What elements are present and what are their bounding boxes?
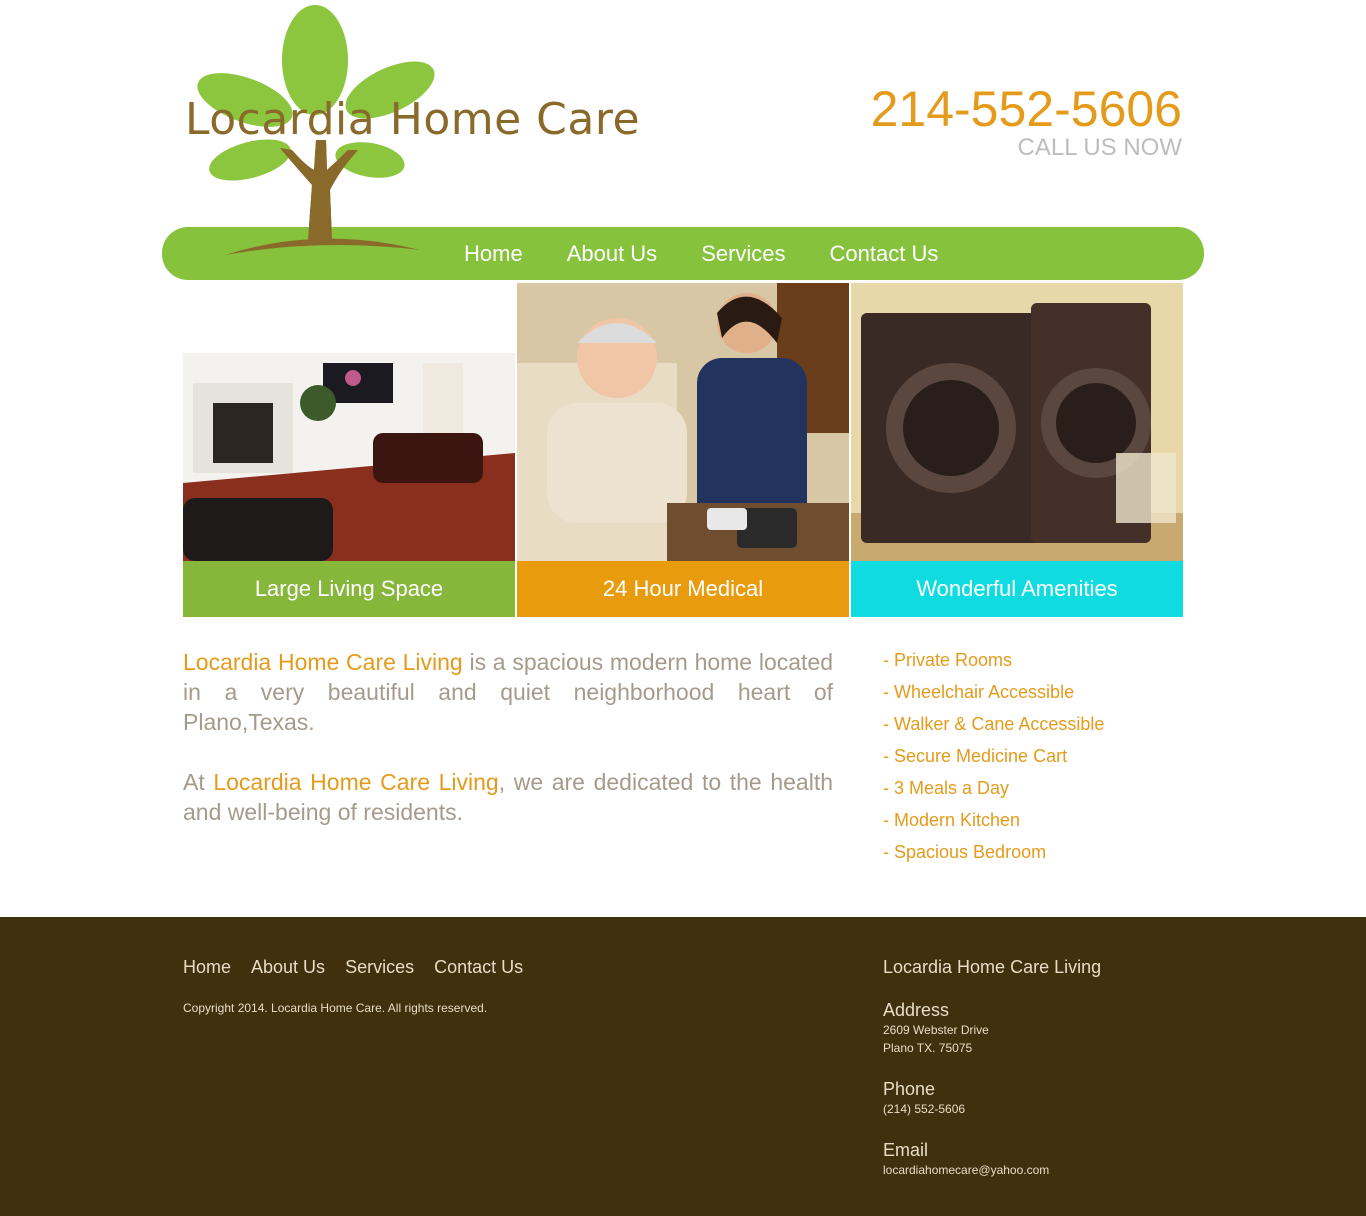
- footer-link-contact-us[interactable]: Contact Us: [434, 957, 523, 978]
- nav-services[interactable]: Services: [701, 241, 785, 267]
- address-line: Plano TX. 75075: [883, 1041, 973, 1055]
- amenity-item: - Private Rooms: [883, 650, 1013, 670]
- address-line: 2609 Webster Drive: [883, 1023, 989, 1037]
- nav-about-us[interactable]: About Us: [567, 241, 658, 267]
- amenity-item: - Spacious Bedroom: [883, 842, 1047, 862]
- footer-link-home[interactable]: Home: [183, 957, 231, 978]
- header-phone: 214-552-5606: [870, 81, 1182, 137]
- copyright-text: Copyright 2014. Locardia Home Care. All …: [183, 1001, 488, 1015]
- nav-home[interactable]: Home: [464, 241, 523, 267]
- laundry-photo: [851, 283, 1183, 561]
- living-room-photo: [183, 283, 515, 561]
- footer-link-services[interactable]: Services: [345, 957, 414, 978]
- email-link[interactable]: locardiahomecare@yahoo.com: [883, 1161, 1101, 1179]
- amenity-item: - Modern Kitchen: [883, 810, 1021, 830]
- phone-heading: Phone: [883, 1079, 936, 1099]
- brand-highlight: Locardia Home Care Living: [213, 769, 499, 795]
- amenity-item: - 3 Meals a Day: [883, 778, 1010, 798]
- intro-text: Locardia Home Care Living is a spacious …: [183, 647, 833, 857]
- intro-text-span: At: [183, 769, 214, 795]
- amenities-list: - Private Rooms - Wheelchair Accessible …: [883, 647, 1104, 871]
- page: Locardia Home Care 214-552-5606 CALL US …: [0, 0, 1366, 1216]
- brand-highlight: Locardia Home Care Living: [183, 649, 463, 675]
- call-now-label: CALL US NOW: [1017, 134, 1182, 161]
- panel-amenities[interactable]: Wonderful Amenities: [851, 283, 1183, 617]
- panel-caption: Large Living Space: [183, 561, 515, 617]
- footer: Home About Us Services Contact Us Copyri…: [0, 917, 1366, 1216]
- amenity-item: - Walker & Cane Accessible: [883, 714, 1105, 734]
- intro-paragraph: Locardia Home Care Living is a spacious …: [183, 647, 833, 737]
- amenity-item: - Secure Medicine Cart: [883, 746, 1068, 766]
- footer-link-about-us[interactable]: About Us: [251, 957, 325, 978]
- footer-company-name: Locardia Home Care Living: [883, 957, 1102, 977]
- email-heading: Email: [883, 1140, 929, 1160]
- nav-contact-us[interactable]: Contact Us: [830, 241, 939, 267]
- panel-medical[interactable]: 24 Hour Medical: [517, 283, 849, 617]
- footer-contact-info: Locardia Home Care Living Address 2609 W…: [883, 957, 1101, 1179]
- phone-value: (214) 552-5606: [883, 1102, 966, 1116]
- panel-living-space[interactable]: Large Living Space: [183, 283, 515, 617]
- panel-caption: 24 Hour Medical: [517, 561, 849, 617]
- feature-panels: Large Living Space 24 Hour Medical Wonde…: [183, 283, 1183, 617]
- amenity-item: - Wheelchair Accessible: [883, 682, 1075, 702]
- panel-caption: Wonderful Amenities: [851, 561, 1183, 617]
- logo-text: Locardia Home Care: [185, 94, 641, 145]
- tree-trunk-icon: [225, 140, 420, 255]
- medical-care-photo: [517, 283, 849, 561]
- address-heading: Address: [883, 1000, 950, 1020]
- footer-nav: Home About Us Services Contact Us: [183, 957, 543, 978]
- intro-paragraph: At Locardia Home Care Living, we are ded…: [183, 767, 833, 827]
